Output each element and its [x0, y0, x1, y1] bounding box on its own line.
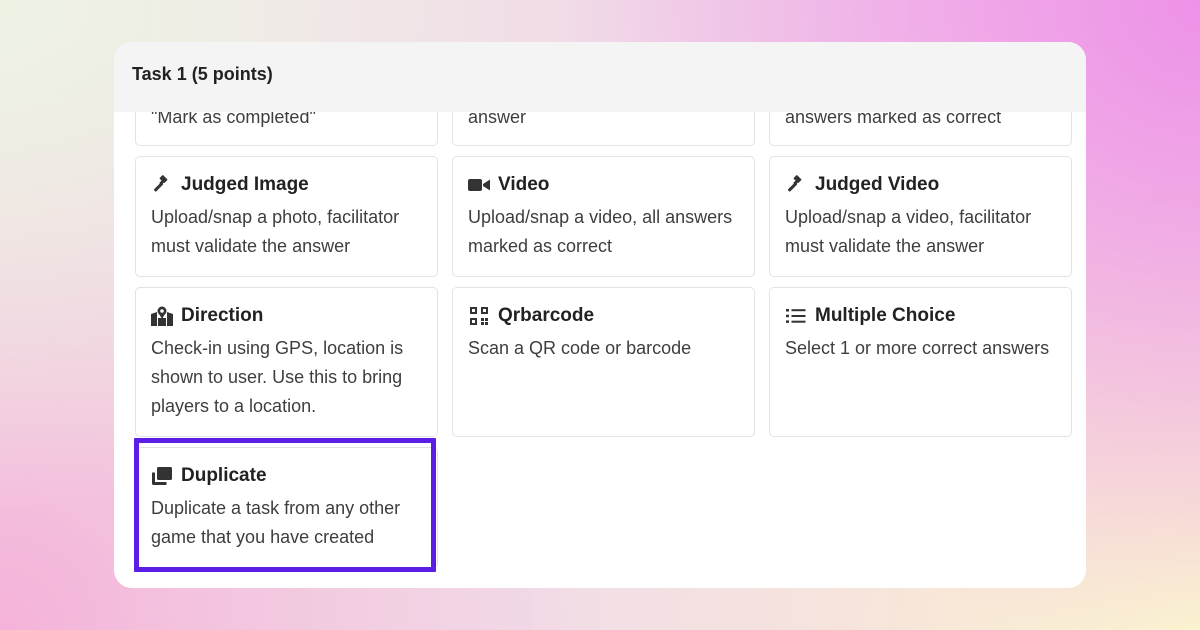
card-title: Qrbarcode — [498, 305, 595, 326]
card-description: Upload/snap a photo, facilitator must va… — [151, 207, 400, 256]
card-title: Judged Image — [181, 174, 309, 195]
gavel-icon — [151, 175, 173, 195]
card-title: Multiple Choice — [815, 305, 956, 326]
card-title: Judged Video — [815, 174, 940, 195]
task-type-card-judged-image[interactable]: Judged Image Upload/snap a photo, facili… — [135, 156, 438, 277]
card-title: Video — [498, 174, 550, 195]
map-pin-icon — [151, 306, 173, 326]
panel-title: Task 1 (5 points) — [132, 64, 273, 84]
task-type-card-direction[interactable]: Direction Check-in using GPS, location i… — [135, 287, 438, 437]
card-description: Check-in using GPS, location is shown to… — [151, 338, 404, 416]
qr-code-icon — [468, 306, 490, 326]
list-icon — [785, 306, 807, 326]
card-description: Upload/snap a video, facilitator must va… — [785, 207, 1032, 256]
task-type-panel: Task 1 (5 points) "Mark as completed" an… — [114, 42, 1086, 588]
video-camera-icon — [468, 175, 490, 195]
task-type-card-judged-video[interactable]: Judged Video Upload/snap a video, facili… — [769, 156, 1072, 277]
card-title: Direction — [181, 305, 264, 326]
duplicate-highlight-box — [134, 438, 436, 572]
card-description: Scan a QR code or barcode — [468, 338, 692, 358]
task-type-card-qrbarcode[interactable]: Qrbarcode Scan a QR code or barcode — [452, 287, 755, 437]
panel-header: Task 1 (5 points) — [114, 42, 1086, 112]
task-type-card-video[interactable]: Video Upload/snap a video, all answers m… — [452, 156, 755, 277]
card-description: Upload/snap a video, all answers marked … — [468, 207, 733, 256]
card-description: Select 1 or more correct answers — [785, 338, 1050, 358]
task-type-card-multiple-choice[interactable]: Multiple Choice Select 1 or more correct… — [769, 287, 1072, 437]
gavel-icon — [785, 175, 807, 195]
